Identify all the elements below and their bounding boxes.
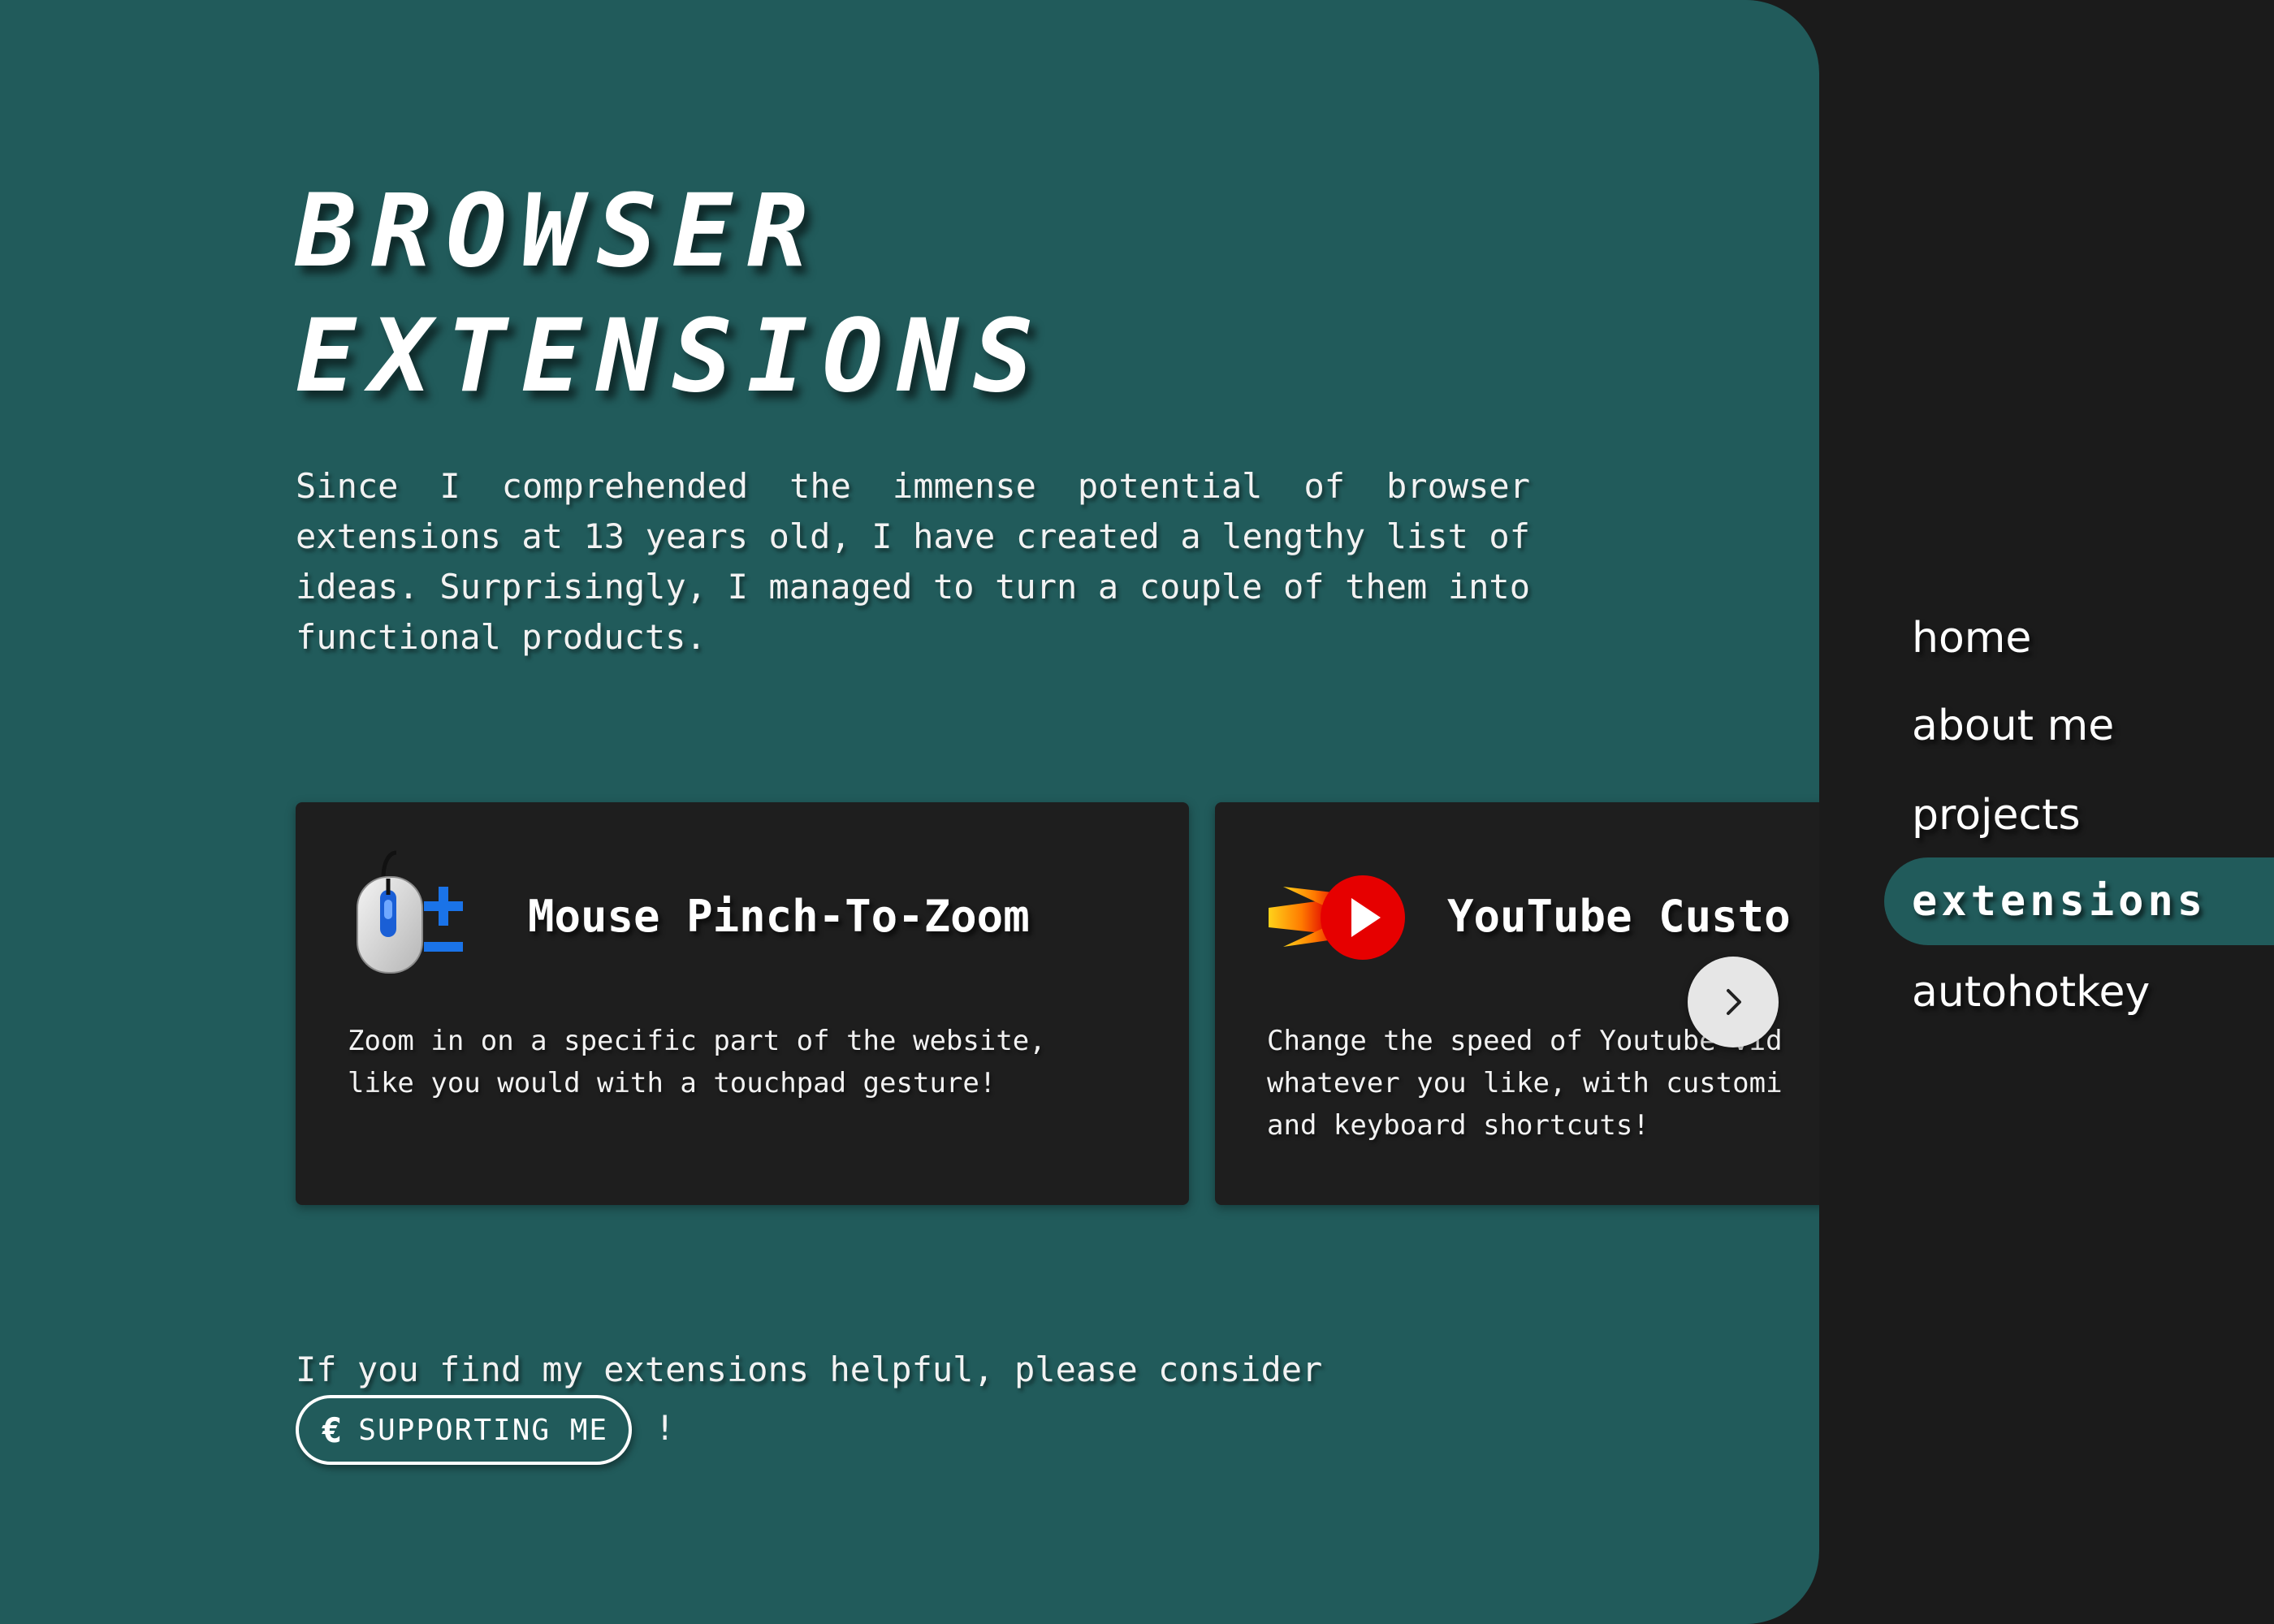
card-title: YouTube Custo <box>1447 890 1791 942</box>
nav-item-autohotkey[interactable]: autohotkey <box>1884 948 2150 1036</box>
nav-item-projects[interactable]: projects <box>1884 771 2081 859</box>
support-text: If you find my extensions helpful, pleas… <box>296 1350 1323 1389</box>
mouse-zoom-icon <box>348 843 486 989</box>
support-suffix: ! <box>655 1408 676 1448</box>
page-title-line-2: EXTENSIONS <box>296 298 1048 415</box>
page-title-line-1: BROWSER <box>296 173 823 290</box>
page-title: BROWSER EXTENSIONS <box>296 169 1048 419</box>
supporting-me-button[interactable]: € SUPPORTING ME <box>296 1395 632 1465</box>
card-header: Mouse Pinch-To-Zoom <box>348 843 1030 989</box>
euro-icon: € <box>322 1410 344 1450</box>
chevron-right-icon <box>1727 989 1741 1015</box>
extension-card-mouse-pinch-to-zoom[interactable]: Mouse Pinch-To-Zoom Zoom in on a specifi… <box>296 802 1189 1205</box>
supporting-me-label: SUPPORTING ME <box>358 1413 609 1447</box>
main-panel: BROWSER EXTENSIONS Since I comprehended … <box>0 0 1819 1624</box>
nav-item-about-me[interactable]: about me <box>1884 682 2114 770</box>
youtube-speed-icon <box>1267 843 1405 989</box>
nav-item-extensions[interactable]: extensions <box>1884 857 2274 945</box>
nav-item-home[interactable]: home <box>1884 594 2031 682</box>
card-title: Mouse Pinch-To-Zoom <box>528 890 1030 942</box>
side-navigation: home about me projects extensions autoho… <box>1884 0 2274 1624</box>
intro-paragraph: Since I comprehended the immense potenti… <box>296 466 1530 657</box>
carousel-next-button[interactable] <box>1688 957 1779 1047</box>
card-description: Zoom in on a specific part of the websit… <box>348 1025 1046 1099</box>
